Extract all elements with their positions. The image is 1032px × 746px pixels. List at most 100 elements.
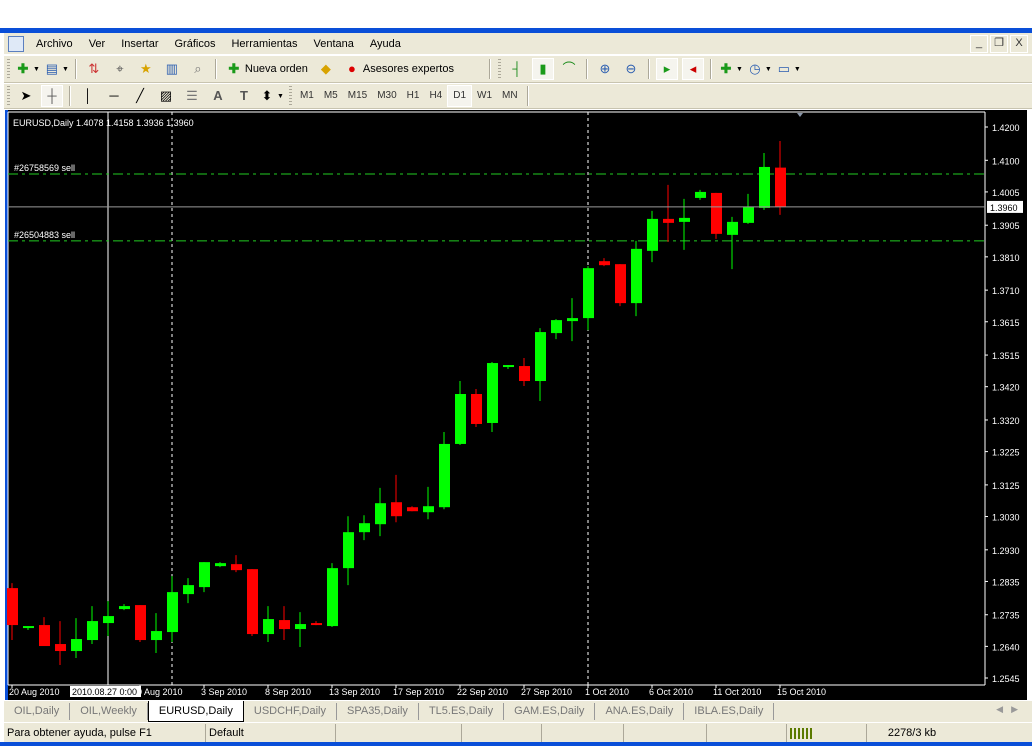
periods-button[interactable]: ◷ ▼ (747, 58, 772, 80)
new-chart-button[interactable]: ✚ ▼ (15, 58, 40, 80)
menu-ver[interactable]: Ver (81, 38, 114, 50)
chart-tab-active[interactable]: EURUSD,Daily (147, 701, 244, 722)
chart-tab[interactable]: SPA35,Daily (337, 703, 419, 720)
time-tick-label: 22 Sep 2010 (457, 687, 508, 697)
zoom-in-button[interactable]: ⊕ (594, 58, 616, 80)
expert-advisors-icon: ● (347, 61, 356, 76)
trendline-button[interactable]: ╱ (129, 85, 151, 107)
candle (647, 210, 658, 263)
new-order-button[interactable]: ✚ Nueva orden (223, 58, 311, 80)
dropdown-arrow-icon: ▼ (793, 65, 801, 73)
menu-ventana[interactable]: Ventana (306, 38, 362, 50)
strategy-tester-button[interactable]: ⌕ (187, 58, 209, 80)
price-chart[interactable]: #26758569 sell #26504883 sell 1.4200 1.4100… (5, 110, 1027, 700)
text-button[interactable]: A (207, 85, 229, 107)
menu-archivo[interactable]: Archivo (28, 38, 81, 50)
indicators-button[interactable]: ✚ ▼ (718, 58, 743, 80)
chart-tab[interactable]: OIL,Daily (4, 703, 71, 720)
candle-body (567, 318, 578, 322)
candle-body (295, 624, 306, 630)
chart-tab[interactable]: IBLA.ES,Daily (684, 703, 775, 720)
arrows-button[interactable]: ⬍ ▼ (259, 85, 284, 107)
auto-scroll-button[interactable]: ▸ (655, 58, 678, 80)
traffic-status: 2278/3 kb (887, 727, 937, 739)
menu-bar: Archivo Ver Insertar Gráficos Herramient… (4, 33, 1032, 54)
timeframe-h1[interactable]: H1 (402, 86, 425, 106)
chart-tab[interactable]: GAM.ES,Daily (504, 703, 596, 720)
text-label-button[interactable]: T (233, 85, 255, 107)
equidistant-channel-button[interactable]: ▨ (155, 85, 177, 107)
candle (439, 431, 450, 510)
navigator-button[interactable]: ★ (135, 58, 157, 80)
candle-body (407, 507, 418, 512)
zoom-out-button[interactable]: ⊖ (620, 58, 642, 80)
app-icon[interactable] (8, 35, 24, 52)
market-watch-icon: ⇅ (88, 61, 100, 76)
timeframe-d1[interactable]: D1 (447, 85, 473, 107)
timeframe-m1[interactable]: M1 (295, 86, 319, 106)
menu-graficos[interactable]: Gráficos (167, 38, 224, 50)
market-watch-button[interactable]: ⇅ (83, 58, 105, 80)
time-tick-label: 8 Sep 2010 (265, 687, 311, 697)
status-help-text: Para obtener ayuda, pulse F1 (4, 724, 206, 743)
timeframe-m30[interactable]: M30 (372, 86, 401, 106)
timeframe-w1[interactable]: W1 (472, 86, 497, 106)
candle (7, 583, 18, 641)
warning-icon: ◆ (320, 61, 331, 76)
toolbar-grip[interactable] (288, 86, 292, 106)
menu-insertar[interactable]: Insertar (113, 38, 166, 50)
tab-scroll-arrows-icon[interactable]: ◀▶ (996, 704, 1026, 715)
fibonacci-button[interactable]: ☰ (181, 85, 203, 107)
cursor-button[interactable]: ➤ (15, 85, 37, 107)
toolbar-grip[interactable] (7, 59, 10, 79)
warning-button[interactable]: ◆ (315, 58, 337, 80)
candlestick-chart-button[interactable]: ▮ (531, 58, 554, 80)
toolbar-grip[interactable] (497, 59, 501, 79)
horizontal-line-button[interactable]: ─ (103, 85, 125, 107)
chart-tab[interactable]: USDCHF,Daily (244, 703, 337, 720)
minimize-button[interactable]: _ (970, 35, 988, 53)
chart-shift-button[interactable]: ◂ (681, 58, 704, 80)
close-button[interactable]: X (1010, 35, 1028, 53)
restore-button[interactable]: ❐ (990, 35, 1008, 53)
chart-tab[interactable]: TL5.ES,Daily (419, 703, 505, 720)
data-window-button[interactable]: ⌖ (109, 58, 131, 80)
candle (311, 621, 322, 626)
crosshair-target-icon: ⌖ (116, 61, 124, 76)
templates-button[interactable]: ▭ ▼ (776, 58, 801, 80)
candle (407, 506, 418, 512)
line-chart-button[interactable]: ⌒ (558, 58, 580, 80)
timeframe-h4[interactable]: H4 (424, 86, 447, 106)
candle-body (631, 248, 642, 304)
separator (585, 59, 588, 79)
chart-tab[interactable]: OIL,Weekly (70, 703, 148, 720)
time-tick-label: 27 Sep 2010 (521, 687, 572, 697)
connection-status[interactable] (787, 724, 867, 743)
separator (69, 86, 71, 106)
terminal-button[interactable]: ▥ (161, 58, 183, 80)
menu-ayuda[interactable]: Ayuda (362, 38, 409, 50)
crosshair-button[interactable]: ┼ (41, 85, 63, 107)
candle-body (119, 606, 130, 610)
timeframe-m5[interactable]: M5 (319, 86, 343, 106)
timeframe-mn[interactable]: MN (497, 86, 523, 106)
expert-advisors-button[interactable]: ● Asesores expertos (341, 58, 457, 80)
toolbar-grip[interactable] (7, 86, 10, 106)
price-tick-label: 1.4005 (992, 188, 1020, 198)
chart-tab[interactable]: ANA.ES,Daily (595, 703, 685, 720)
chart-shift-marker-icon (797, 113, 803, 117)
candle-body (663, 218, 674, 223)
profiles-button[interactable]: ▤ ▼ (44, 58, 69, 80)
menu-herramientas[interactable]: Herramientas (223, 38, 305, 50)
candle-body (439, 443, 450, 508)
terminal-icon: ▥ (165, 61, 179, 76)
bar-chart-button[interactable]: ┤ (506, 58, 528, 80)
candle (455, 381, 466, 445)
vertical-line-button[interactable]: │ (77, 85, 99, 107)
candle (567, 298, 578, 342)
separator (488, 59, 491, 79)
timeframe-m15[interactable]: M15 (343, 86, 372, 106)
zoom-in-icon: ⊕ (599, 61, 611, 76)
status-profile: Default (206, 724, 336, 743)
price-tick-label: 1.2930 (992, 546, 1020, 556)
